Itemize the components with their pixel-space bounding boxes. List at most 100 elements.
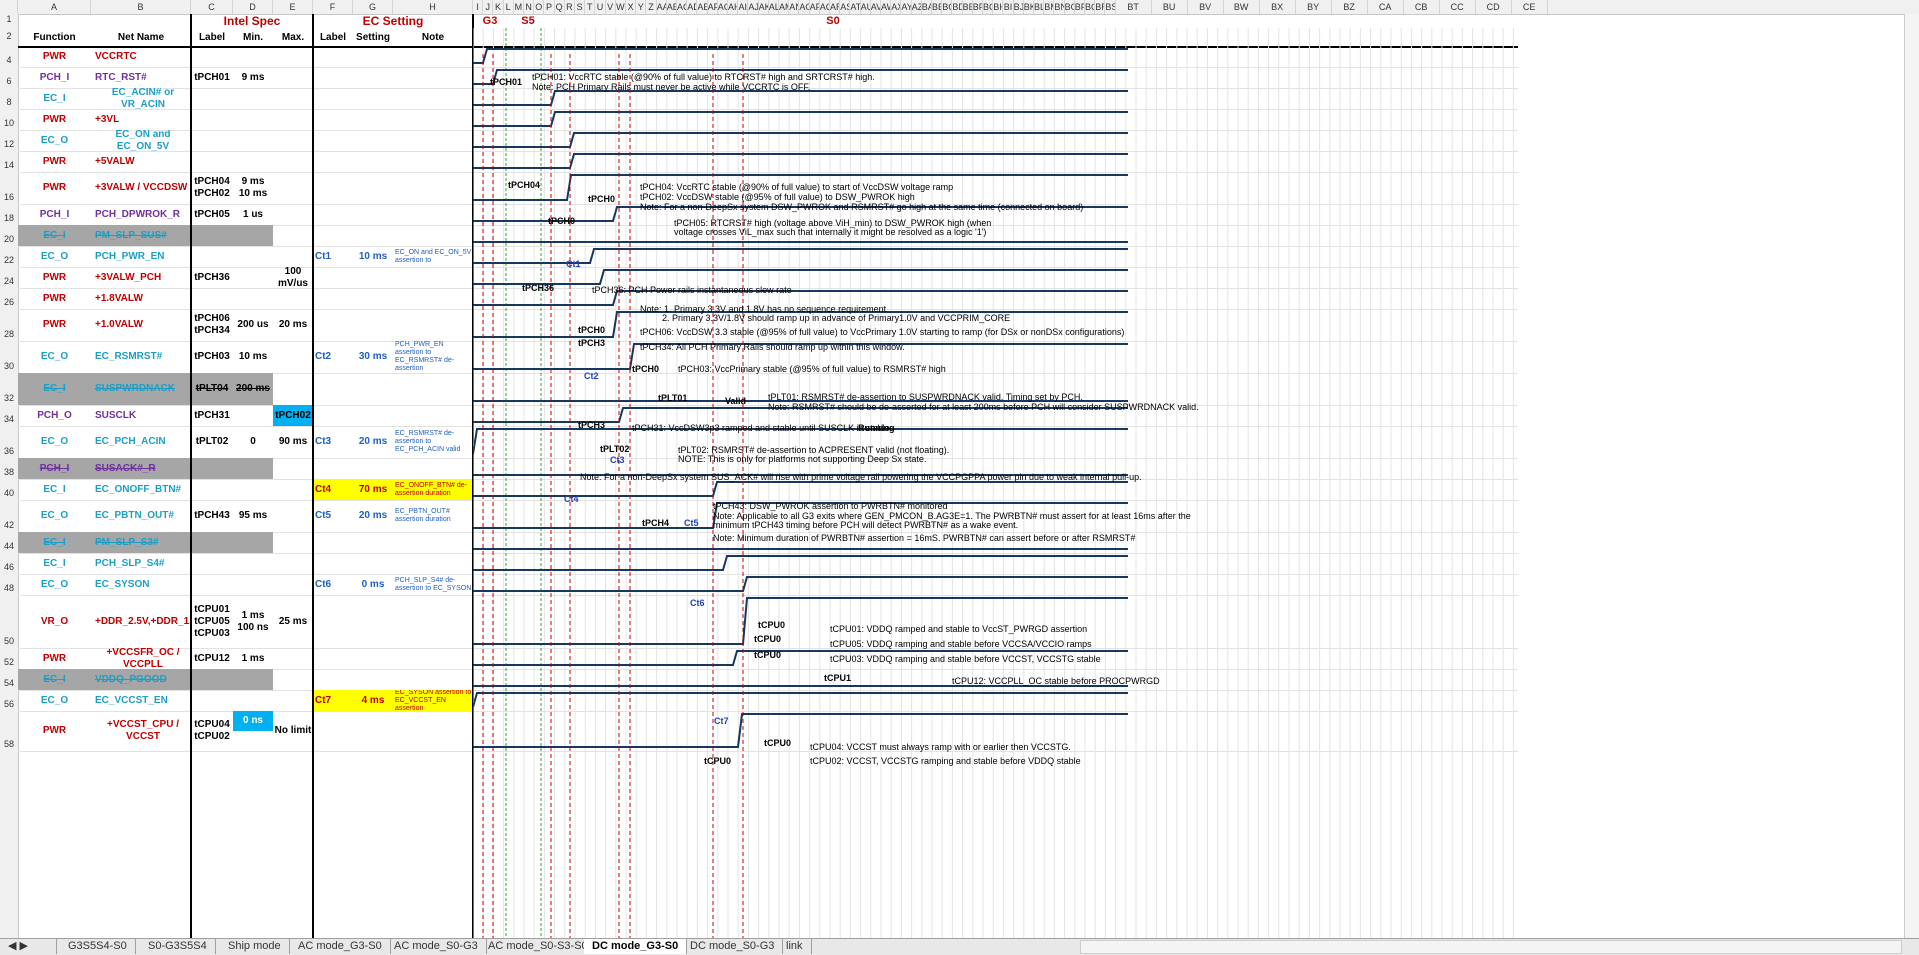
row-number[interactable]: 10 <box>0 118 18 128</box>
ec-label-cell[interactable] <box>313 130 353 151</box>
min-cell[interactable]: 1 ms <box>233 648 273 669</box>
sheet-tab[interactable]: link <box>778 939 812 954</box>
label-cell[interactable]: tCPU12 <box>191 648 233 669</box>
ec-label-cell[interactable] <box>313 553 353 574</box>
note-cell[interactable] <box>393 109 473 130</box>
column-header-cell[interactable]: CD <box>1476 0 1512 14</box>
column-header-cell[interactable]: CE <box>1512 0 1548 14</box>
note-cell[interactable] <box>393 532 473 553</box>
function-cell[interactable]: PWR <box>18 267 91 288</box>
column-header-cell[interactable]: W <box>616 0 626 14</box>
label-cell[interactable]: tPCH06 tPCH34 <box>191 309 233 341</box>
setting-cell[interactable] <box>353 669 393 690</box>
column-header-cell[interactable]: BW <box>1224 0 1260 14</box>
label-cell[interactable] <box>191 479 233 500</box>
tab-scroll-buttons[interactable]: ◀ ▶ <box>0 939 57 954</box>
column-header-cell[interactable]: AZ <box>912 0 922 14</box>
max-cell[interactable] <box>273 532 313 553</box>
setting-cell[interactable] <box>353 109 393 130</box>
column-header-cell[interactable]: BP <box>1075 0 1085 14</box>
note-cell[interactable] <box>393 288 473 309</box>
label-cell[interactable] <box>191 458 233 479</box>
label-cell[interactable] <box>191 130 233 151</box>
sheet-tab[interactable]: DC mode_G3-S0 <box>584 939 688 954</box>
row-number[interactable]: 6 <box>0 76 18 86</box>
setting-cell[interactable] <box>353 46 393 67</box>
row-number[interactable]: 54 <box>0 678 18 688</box>
column-header-cell[interactable]: AS <box>840 0 851 14</box>
net-name-cell[interactable]: +3VALW_PCH <box>91 267 191 288</box>
column-header-cell[interactable]: C <box>191 0 233 14</box>
column-header-cell[interactable]: BH <box>993 0 1004 14</box>
row-number[interactable]: 18 <box>0 213 18 223</box>
column-header-cell[interactable]: AQ <box>820 0 830 14</box>
net-name-cell[interactable]: PM_SLP_S3# <box>91 532 191 553</box>
min-cell[interactable] <box>233 532 273 553</box>
ec-label-cell[interactable]: Ct1 <box>313 246 353 267</box>
note-cell[interactable] <box>393 225 473 246</box>
function-cell[interactable]: EC_O <box>18 246 91 267</box>
vertical-scrollbar[interactable] <box>1904 14 1919 938</box>
max-cell[interactable] <box>273 690 313 711</box>
min-cell[interactable] <box>233 479 273 500</box>
min-cell[interactable]: 0 <box>233 426 273 458</box>
row-number[interactable]: 16 <box>0 192 18 202</box>
net-name-cell[interactable]: EC_PCH_ACIN <box>91 426 191 458</box>
min-cell[interactable] <box>233 458 273 479</box>
max-cell[interactable]: tPCH02 <box>273 405 313 426</box>
min-cell[interactable] <box>233 690 273 711</box>
column-header-cell[interactable]: CC <box>1440 0 1476 14</box>
column-header-cell[interactable]: BD <box>952 0 963 14</box>
min-cell[interactable] <box>233 669 273 690</box>
min-cell[interactable] <box>233 88 273 109</box>
min-cell[interactable] <box>233 553 273 574</box>
setting-cell[interactable] <box>353 67 393 88</box>
function-cell[interactable]: PWR <box>18 46 91 67</box>
max-cell[interactable] <box>273 574 313 595</box>
column-header-cell[interactable]: BT <box>1116 0 1152 14</box>
note-cell[interactable] <box>393 67 473 88</box>
ec-label-cell[interactable] <box>313 88 353 109</box>
row-number[interactable]: 8 <box>0 97 18 107</box>
column-header-cell[interactable]: BJ <box>1014 0 1024 14</box>
net-name-cell[interactable]: +1.0VALW <box>91 309 191 341</box>
column-header-cell[interactable]: L <box>504 0 514 14</box>
function-cell[interactable]: EC_I <box>18 373 91 405</box>
column-header-cell[interactable]: AY <box>901 0 912 14</box>
column-header-cell[interactable]: BC <box>942 0 953 14</box>
max-cell[interactable] <box>273 553 313 574</box>
label-cell[interactable]: tPLT02 <box>191 426 233 458</box>
max-cell[interactable] <box>273 500 313 532</box>
note-cell[interactable] <box>393 669 473 690</box>
net-name-cell[interactable]: +VCCST_CPU / VCCST <box>91 711 191 751</box>
ec-label-cell[interactable] <box>313 109 353 130</box>
max-cell[interactable] <box>273 46 313 67</box>
note-cell[interactable] <box>393 405 473 426</box>
note-cell[interactable]: EC_ON and EC_ON_5V assertion to <box>393 246 473 267</box>
ec-label-cell[interactable]: Ct3 <box>313 426 353 458</box>
column-header-cell[interactable]: AN <box>789 0 800 14</box>
column-header-cell[interactable]: K <box>493 0 504 14</box>
function-cell[interactable]: PWR <box>18 648 91 669</box>
function-cell[interactable]: EC_I <box>18 479 91 500</box>
ec-label-cell[interactable] <box>313 151 353 172</box>
function-cell[interactable]: PWR <box>18 309 91 341</box>
column-header-cell[interactable]: M <box>514 0 524 14</box>
row-number[interactable]: 2 <box>0 31 18 41</box>
sheet-tab[interactable]: AC mode_G3-S0 <box>290 939 391 954</box>
note-cell[interactable]: EC_SYSON assertion to EC_VCCST_EN assert… <box>393 690 473 711</box>
min-cell[interactable] <box>233 267 273 288</box>
setting-cell[interactable] <box>353 88 393 109</box>
column-header-cell[interactable]: T <box>585 0 596 14</box>
column-header-cell[interactable]: H <box>393 0 473 14</box>
min-cell[interactable]: 200 ms <box>233 373 273 405</box>
column-header-cell[interactable]: I <box>473 0 484 14</box>
horizontal-scrollbar[interactable] <box>1080 940 1902 954</box>
max-cell[interactable]: No limit <box>273 711 313 751</box>
label-cell[interactable] <box>191 553 233 574</box>
column-header-cell[interactable]: AF <box>708 0 718 14</box>
row-number[interactable]: 52 <box>0 657 18 667</box>
column-header-cell[interactable]: F <box>313 0 353 14</box>
row-number[interactable]: 56 <box>0 699 18 709</box>
ec-label-cell[interactable] <box>313 532 353 553</box>
